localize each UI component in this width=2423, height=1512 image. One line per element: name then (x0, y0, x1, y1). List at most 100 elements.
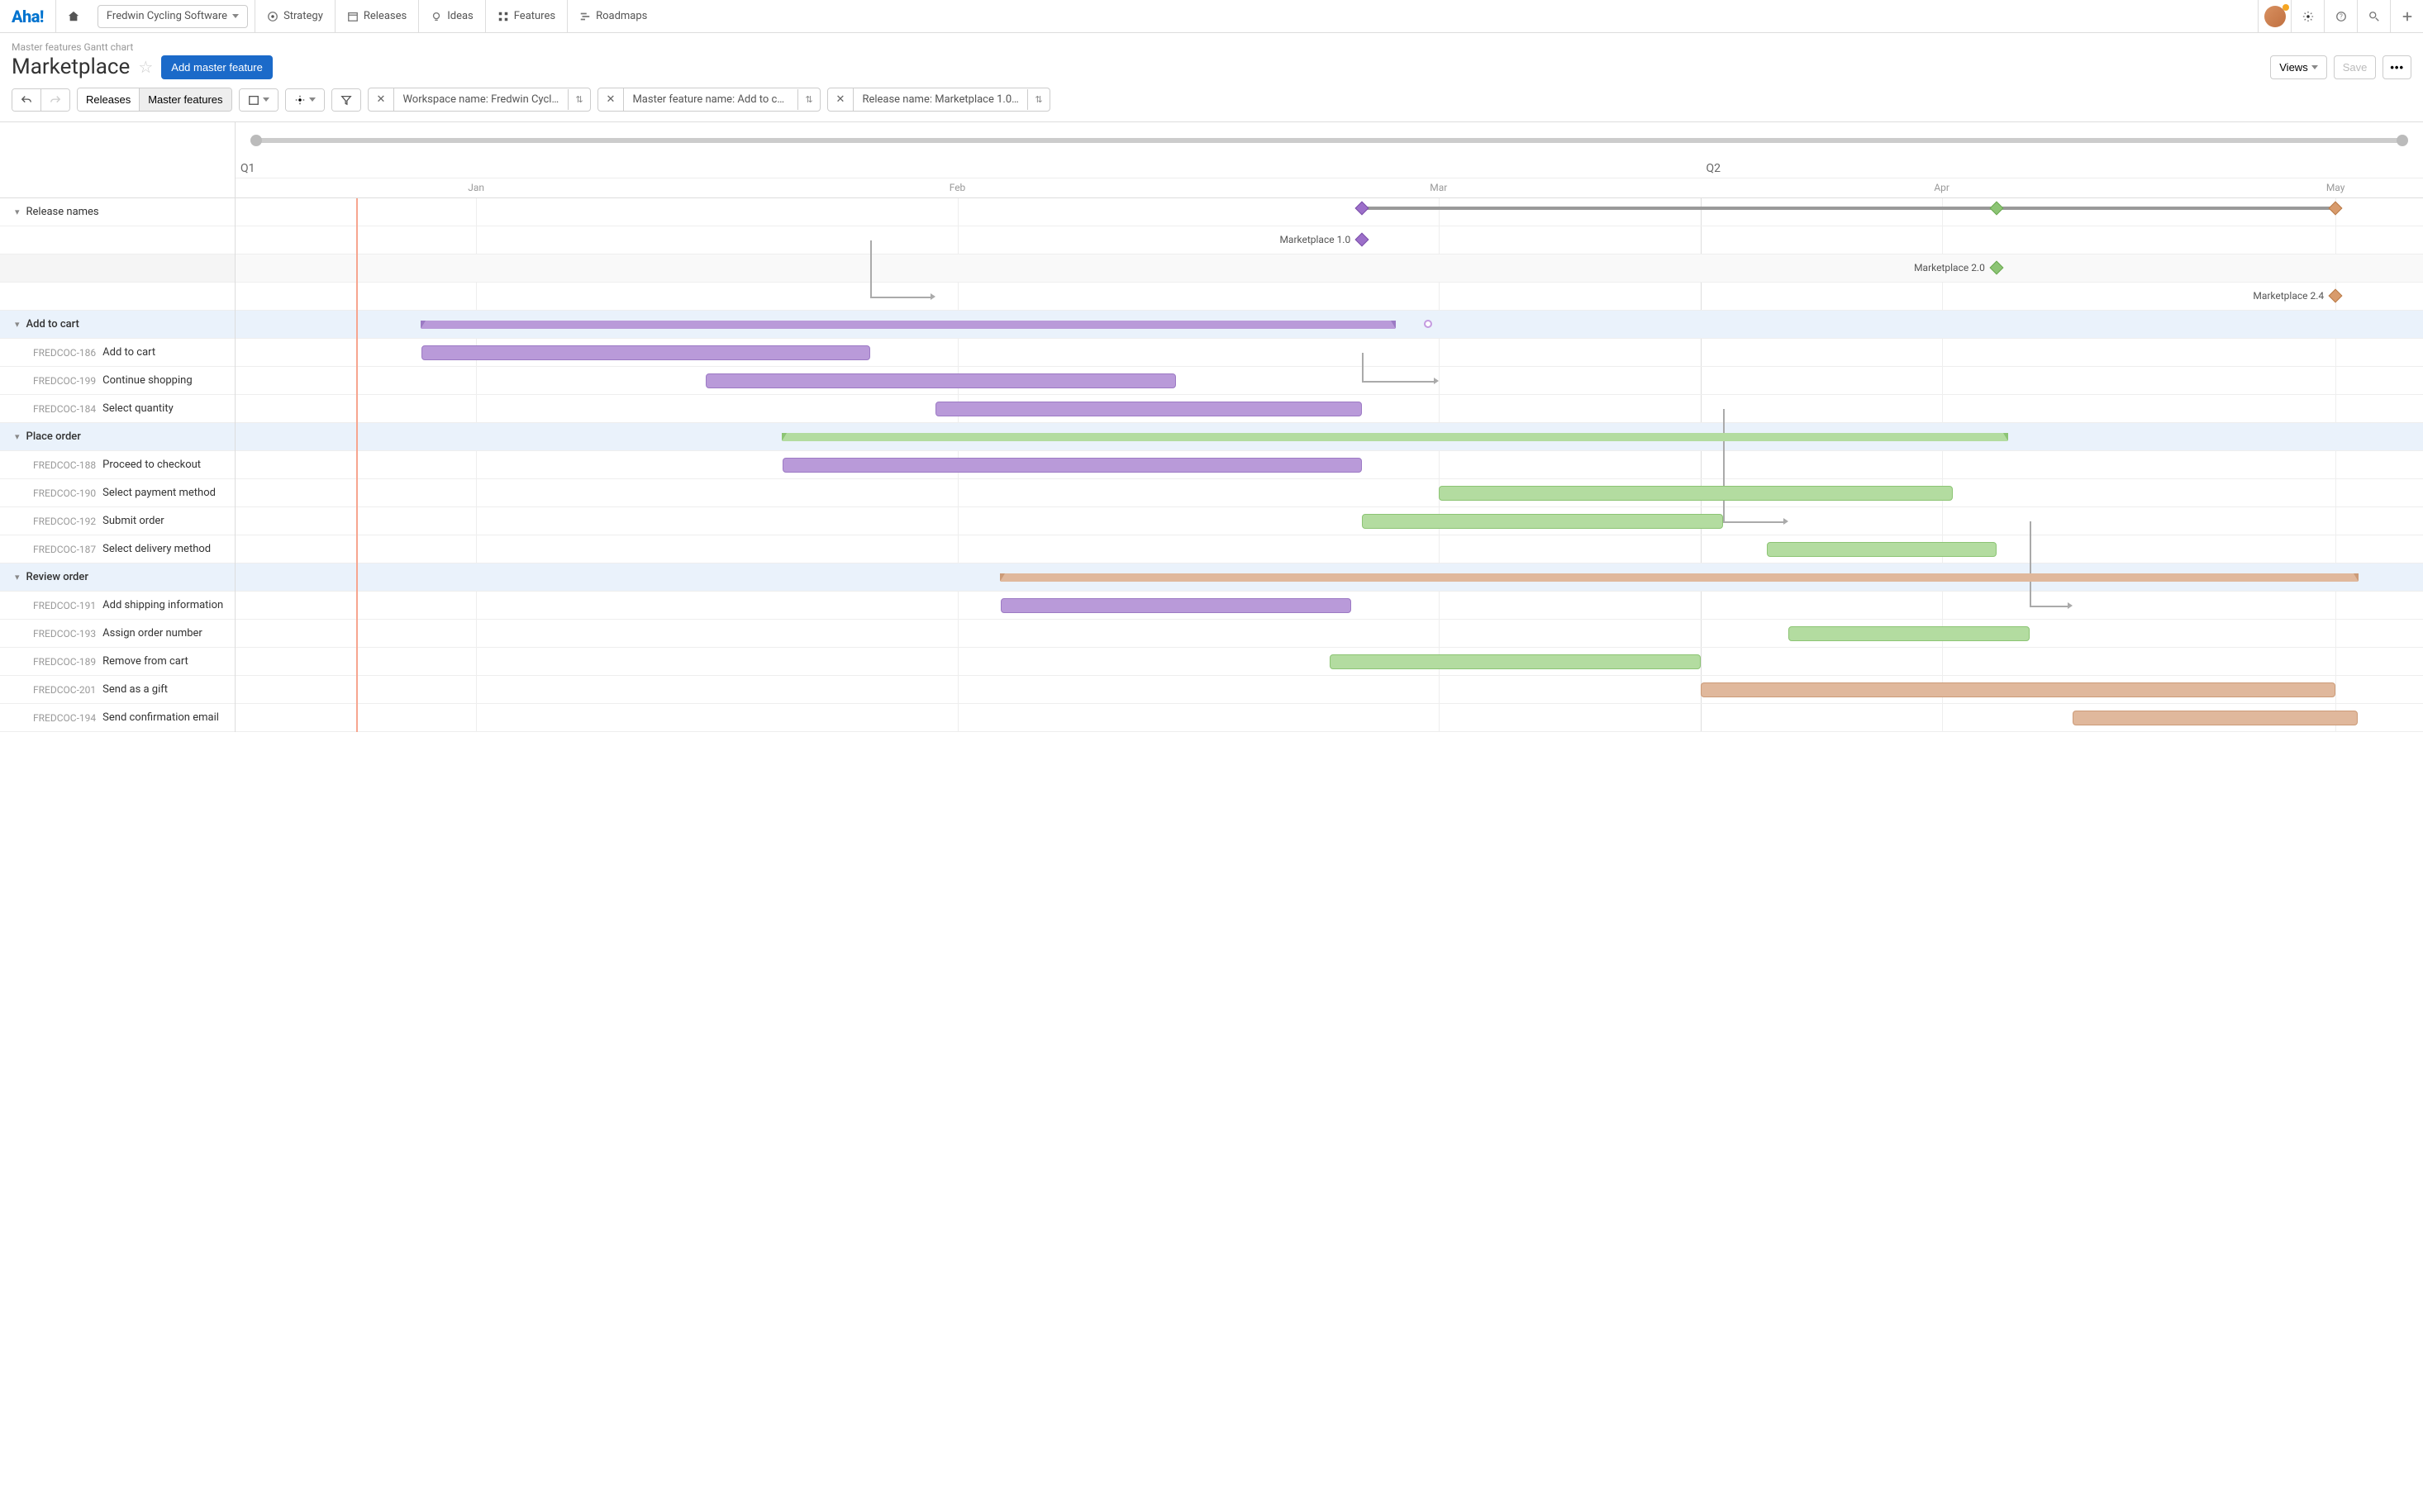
task-bar[interactable] (935, 402, 1362, 416)
target-icon (267, 11, 278, 22)
milestone-diamond[interactable] (1355, 202, 1369, 216)
filter-workspace[interactable]: ✕ Workspace name: Fredwin Cycling Soft… … (368, 88, 591, 112)
task-row[interactable]: FREDCOC-184 Select quantity (0, 395, 235, 423)
workspace-dropdown[interactable]: Fredwin Cycling Software (98, 5, 248, 28)
task-name: Select delivery method (102, 543, 211, 555)
milestone-diamond[interactable] (1989, 261, 2003, 275)
tab-master-features[interactable]: Master features (140, 88, 231, 111)
task-name: Send confirmation email (102, 711, 219, 724)
task-bar[interactable] (783, 458, 1362, 473)
timeline-slider[interactable] (252, 138, 2406, 143)
task-code: FREDCOC-199 (33, 375, 96, 387)
home-button[interactable] (55, 0, 91, 33)
bulb-icon (431, 11, 442, 22)
milestone-diamond[interactable] (2329, 202, 2343, 216)
caret-down-icon (232, 14, 239, 18)
group-row[interactable]: ▾Place order (0, 423, 235, 451)
filter-release[interactable]: ✕ Release name: Marketplace 1.0, Market…… (827, 88, 1050, 112)
settings-dropdown[interactable] (286, 89, 324, 111)
caret-down-icon (2311, 65, 2318, 69)
nav-features[interactable]: Features (485, 0, 567, 33)
nav-ideas[interactable]: Ideas (418, 0, 485, 33)
task-row[interactable]: FREDCOC-194 Send confirmation email (0, 704, 235, 732)
release-names-header[interactable]: ▾ Release names (0, 198, 235, 226)
task-name: Add shipping information (102, 599, 223, 611)
timeline-header: Q1Q2 JanFebMarAprMay (236, 159, 2423, 198)
nav-strategy[interactable]: Strategy (255, 0, 335, 33)
task-bar[interactable] (706, 373, 1176, 388)
redo-button[interactable] (41, 89, 69, 111)
task-row[interactable]: FREDCOC-201 Send as a gift (0, 676, 235, 704)
group-bar[interactable] (421, 321, 1395, 329)
task-row[interactable]: FREDCOC-199 Continue shopping (0, 367, 235, 395)
task-name: Add to cart (102, 346, 155, 359)
group-bar-row (236, 563, 2423, 592)
chevron-down-icon: ▾ (15, 319, 20, 330)
add-master-feature-button[interactable]: Add master feature (161, 55, 273, 79)
task-bar-row (236, 367, 2423, 395)
chevron-down-icon: ▾ (15, 572, 20, 582)
remove-filter-icon[interactable]: ✕ (598, 88, 625, 111)
updown-icon[interactable]: ⇅ (568, 89, 589, 110)
milestone-diamond[interactable] (1355, 233, 1369, 247)
view-tabs: Releases Master features (77, 88, 232, 112)
tab-releases[interactable]: Releases (78, 88, 140, 111)
task-bar[interactable] (421, 345, 870, 360)
task-row[interactable]: FREDCOC-189 Remove from cart (0, 648, 235, 676)
task-row[interactable]: FREDCOC-193 Assign order number (0, 620, 235, 648)
milestone-diamond[interactable] (1989, 202, 2003, 216)
undo-button[interactable] (12, 89, 41, 111)
gantt-left-pane: ▾ Release names ▾Add to cartFREDCOC-186 … (0, 122, 236, 732)
task-bar-row (236, 451, 2423, 479)
calendar-zoom-button[interactable] (240, 89, 278, 111)
task-row[interactable]: FREDCOC-188 Proceed to checkout (0, 451, 235, 479)
group-row[interactable]: ▾Review order (0, 563, 235, 592)
task-bar[interactable] (1439, 486, 1953, 501)
avatar-button[interactable] (2258, 0, 2291, 33)
filter-icon (340, 94, 352, 106)
task-row[interactable]: FREDCOC-190 Select payment method (0, 479, 235, 507)
task-code: FREDCOC-188 (33, 459, 96, 471)
group-bar[interactable] (783, 433, 2007, 441)
task-row[interactable]: FREDCOC-186 Add to cart (0, 339, 235, 367)
views-button[interactable]: Views (2270, 55, 2326, 79)
chevron-down-icon: ▾ (15, 207, 20, 217)
task-row[interactable]: FREDCOC-191 Add shipping information (0, 592, 235, 620)
remove-filter-icon[interactable]: ✕ (369, 88, 395, 111)
top-nav: Aha! Fredwin Cycling Software Strategy R… (0, 0, 2423, 33)
favorite-star[interactable]: ☆ (138, 57, 153, 77)
task-bar[interactable] (1767, 542, 1997, 557)
chevron-down-icon: ▾ (15, 431, 20, 442)
task-row[interactable]: FREDCOC-187 Select delivery method (0, 535, 235, 563)
search-button[interactable] (2357, 0, 2390, 33)
page-header: Master features Gantt chart Marketplace … (0, 33, 2423, 79)
filter-master-feature[interactable]: ✕ Master feature name: Add to cart, Revi… (597, 88, 821, 112)
task-bar[interactable] (1701, 682, 2335, 697)
updown-icon[interactable]: ⇅ (797, 89, 819, 110)
milestone-row (0, 226, 235, 254)
remove-filter-icon[interactable]: ✕ (828, 88, 854, 111)
milestone-circle[interactable] (1424, 320, 1432, 328)
nav-roadmaps[interactable]: Roadmaps (567, 0, 659, 33)
save-button[interactable]: Save (2334, 55, 2377, 79)
task-bar[interactable] (2073, 711, 2357, 725)
task-name: Remove from cart (102, 655, 188, 668)
milestone-row (0, 283, 235, 311)
task-bar[interactable] (1330, 654, 1702, 669)
task-bar[interactable] (1362, 514, 1723, 529)
settings-button[interactable] (2291, 0, 2324, 33)
milestone-diamond[interactable] (2329, 289, 2343, 303)
group-row[interactable]: ▾Add to cart (0, 311, 235, 339)
nav-releases[interactable]: Releases (335, 0, 418, 33)
task-row[interactable]: FREDCOC-192 Submit order (0, 507, 235, 535)
task-bar[interactable] (1788, 626, 2029, 641)
task-bar[interactable] (1001, 598, 1351, 613)
logo[interactable]: Aha! (0, 7, 55, 26)
group-bar[interactable] (1001, 573, 2357, 582)
gantt-chart: ▾ Release names ▾Add to cartFREDCOC-186 … (0, 122, 2423, 732)
more-button[interactable]: ••• (2383, 55, 2411, 79)
add-button[interactable] (2390, 0, 2423, 33)
filter-button[interactable] (332, 89, 360, 111)
updown-icon[interactable]: ⇅ (1027, 89, 1049, 110)
help-button[interactable]: ? (2324, 0, 2357, 33)
